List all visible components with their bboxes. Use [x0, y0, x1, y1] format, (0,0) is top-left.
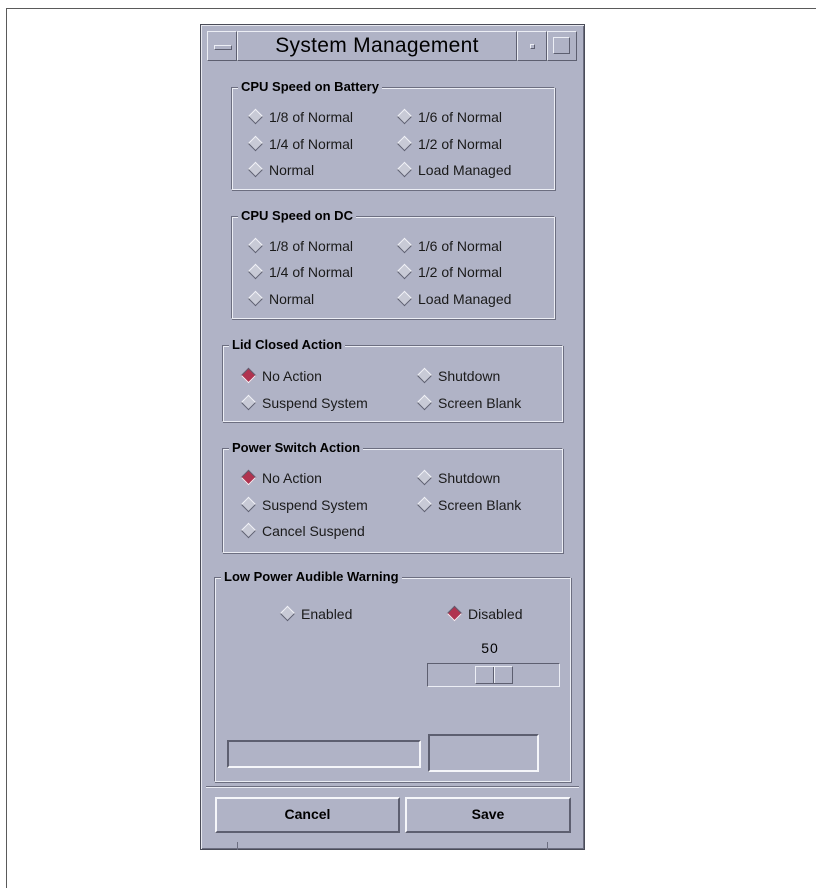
radio-icon	[248, 291, 262, 305]
radio-icon	[248, 109, 262, 123]
power-switch-option[interactable]: No Action	[241, 468, 322, 488]
maximize-icon	[553, 37, 570, 54]
radio-icon	[397, 136, 411, 150]
radio-icon	[397, 238, 411, 252]
radio-icon	[417, 368, 431, 382]
scale-thumb[interactable]	[475, 666, 513, 684]
radio-icon	[397, 291, 411, 305]
option-label: 1/8 of Normal	[269, 109, 354, 125]
group-title: CPU Speed on DC	[238, 207, 356, 225]
lid-closed-option[interactable]: No Action	[241, 366, 322, 386]
cpu-battery-option[interactable]: 1/8 of Normal	[248, 107, 353, 127]
power-switch-option[interactable]: Screen Blank	[417, 495, 521, 515]
option-label: Load Managed	[418, 162, 512, 178]
option-label: Shutdown	[438, 368, 501, 384]
window-menu-button[interactable]	[207, 31, 237, 61]
option-label: Normal	[269, 162, 315, 178]
cpu-dc-option[interactable]: 1/2 of Normal	[397, 262, 502, 282]
volume-scale[interactable]	[427, 663, 560, 687]
radio-icon	[447, 606, 461, 620]
radio-icon	[241, 523, 255, 537]
radio-icon	[248, 136, 262, 150]
group-title: CPU Speed on Battery	[238, 78, 382, 96]
radio-icon	[241, 368, 255, 382]
option-label: Shutdown	[438, 470, 501, 486]
lid-closed-option[interactable]: Shutdown	[417, 366, 500, 386]
button-divider	[206, 786, 579, 788]
option-label: Suspend System	[262, 395, 368, 411]
status-field-left	[227, 740, 421, 768]
radio-icon	[397, 162, 411, 176]
minimize-button[interactable]	[517, 31, 547, 61]
radio-icon	[397, 264, 411, 278]
cpu-battery-option[interactable]: 1/2 of Normal	[397, 134, 502, 154]
option-label: Disabled	[468, 606, 523, 622]
option-label: 1/6 of Normal	[418, 109, 503, 125]
low-power-option[interactable]: Disabled	[447, 604, 522, 624]
radio-icon	[241, 497, 255, 511]
radio-icon	[397, 109, 411, 123]
radio-icon	[248, 162, 262, 176]
option-label: 1/2 of Normal	[418, 136, 503, 152]
volume-scale-value: 50	[481, 640, 499, 656]
power-switch-option[interactable]: Cancel Suspend	[241, 521, 365, 541]
window-menu-icon	[214, 45, 232, 50]
option-label: 1/6 of Normal	[418, 238, 503, 254]
option-label: No Action	[262, 470, 322, 486]
option-label: Screen Blank	[438, 395, 522, 411]
option-label: Screen Blank	[438, 497, 522, 513]
group-title: Low Power Audible Warning	[221, 568, 402, 586]
cpu-battery-option[interactable]: 1/4 of Normal	[248, 134, 353, 154]
option-label: 1/4 of Normal	[269, 264, 354, 280]
low-power-option[interactable]: Enabled	[280, 604, 352, 624]
cpu-dc-option[interactable]: Normal	[248, 289, 314, 309]
option-label: Enabled	[301, 606, 353, 622]
radio-icon	[248, 238, 262, 252]
option-label: Suspend System	[262, 497, 368, 513]
cpu-dc-option[interactable]: 1/8 of Normal	[248, 236, 353, 256]
lid-closed-option[interactable]: Screen Blank	[417, 393, 521, 413]
cpu-dc-option[interactable]: 1/4 of Normal	[248, 262, 353, 282]
power-switch-option[interactable]: Suspend System	[241, 495, 368, 515]
option-label: Cancel Suspend	[262, 523, 365, 539]
radio-icon	[241, 395, 255, 409]
cpu-battery-option[interactable]: 1/6 of Normal	[397, 107, 502, 127]
status-field-right	[428, 734, 539, 772]
cancel-button[interactable]: Cancel	[215, 797, 400, 833]
radio-icon	[241, 470, 255, 484]
option-label: Normal	[269, 291, 315, 307]
cpu-dc-option[interactable]: 1/6 of Normal	[397, 236, 502, 256]
frame-tick	[237, 842, 238, 850]
minimize-icon	[530, 44, 535, 49]
option-label: Load Managed	[418, 291, 512, 307]
frame-tick	[547, 842, 548, 850]
cpu-dc-option[interactable]: Load Managed	[397, 289, 511, 309]
radio-icon	[417, 470, 431, 484]
radio-icon	[417, 395, 431, 409]
cpu-battery-option[interactable]: Normal	[248, 160, 314, 180]
group-title: Power Switch Action	[229, 439, 364, 457]
option-label: 1/4 of Normal	[269, 136, 354, 152]
radio-icon	[248, 264, 262, 278]
lid-closed-option[interactable]: Suspend System	[241, 393, 368, 413]
power-switch-option[interactable]: Shutdown	[417, 468, 500, 488]
group-title: Lid Closed Action	[229, 336, 346, 354]
option-label: No Action	[262, 368, 322, 384]
option-label: 1/8 of Normal	[269, 238, 354, 254]
cpu-battery-option[interactable]: Load Managed	[397, 160, 511, 180]
save-button[interactable]: Save	[405, 797, 571, 833]
radio-icon	[417, 497, 431, 511]
title-bar: System Management	[207, 31, 578, 63]
option-label: 1/2 of Normal	[418, 264, 503, 280]
radio-icon	[280, 606, 294, 620]
maximize-button[interactable]	[547, 31, 577, 61]
window-title[interactable]: System Management	[237, 31, 517, 61]
